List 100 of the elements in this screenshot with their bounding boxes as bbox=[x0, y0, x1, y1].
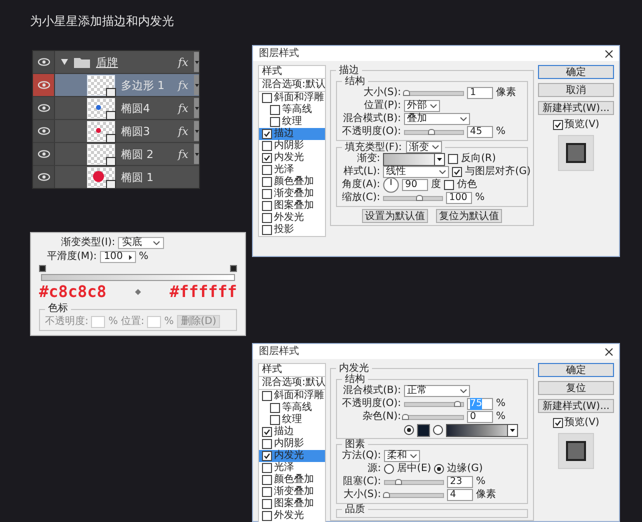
eye-icon[interactable] bbox=[38, 58, 50, 66]
dropdown[interactable]: 叠加 bbox=[404, 113, 470, 125]
slider-thumb[interactable] bbox=[454, 400, 462, 406]
checkbox[interactable] bbox=[444, 180, 454, 190]
caret-icon[interactable] bbox=[128, 254, 132, 260]
eye-icon[interactable] bbox=[38, 104, 50, 112]
checkbox[interactable] bbox=[262, 177, 272, 187]
dialog-button[interactable]: 取消 bbox=[538, 83, 614, 97]
number-field[interactable]: 90 bbox=[402, 179, 428, 191]
style-list-item[interactable]: 混合选项:默认 bbox=[259, 79, 325, 92]
style-list-item[interactable]: 描边 bbox=[259, 128, 325, 140]
layer-row[interactable]: 椭圆3 fx bbox=[33, 120, 199, 142]
caret-icon[interactable] bbox=[437, 158, 442, 160]
dropdown[interactable]: 外部 bbox=[404, 100, 440, 112]
checkbox-label[interactable]: 反向(R) bbox=[461, 153, 496, 165]
style-list-item[interactable]: 内阴影 bbox=[259, 140, 325, 152]
gradient-type-dropdown[interactable]: 实底 bbox=[118, 237, 164, 249]
checkbox[interactable] bbox=[262, 93, 272, 103]
checkbox[interactable] bbox=[552, 418, 563, 428]
checkbox[interactable] bbox=[262, 153, 272, 163]
midpoint-icon[interactable] bbox=[135, 289, 141, 295]
style-list-item[interactable]: 样式 bbox=[259, 66, 325, 79]
style-list-item[interactable]: 等高线 bbox=[259, 104, 325, 116]
slider-thumb[interactable] bbox=[403, 90, 410, 96]
slider-track[interactable] bbox=[404, 130, 464, 134]
style-list-item[interactable]: 颜色叠加 bbox=[259, 474, 325, 486]
slider-track[interactable] bbox=[404, 414, 464, 420]
checkbox[interactable] bbox=[262, 129, 272, 139]
layer-row[interactable]: 椭圆 1 bbox=[33, 166, 199, 188]
checkbox[interactable] bbox=[262, 439, 272, 449]
slider-thumb[interactable] bbox=[383, 492, 390, 498]
checkbox[interactable] bbox=[262, 427, 272, 437]
checkbox[interactable] bbox=[262, 213, 272, 223]
checkbox[interactable] bbox=[262, 511, 272, 521]
dialog-button[interactable]: 复位 bbox=[538, 381, 614, 395]
style-list-item[interactable]: 图案叠加 bbox=[259, 498, 325, 510]
style-list-item[interactable]: 颜色叠加 bbox=[259, 176, 325, 188]
dropdown[interactable]: 线性 bbox=[383, 166, 450, 178]
angle-dial[interactable] bbox=[383, 177, 400, 193]
checkbox[interactable] bbox=[452, 167, 462, 177]
checkbox[interactable] bbox=[262, 475, 272, 485]
opacity-stop[interactable] bbox=[39, 265, 46, 272]
slider-track[interactable] bbox=[383, 196, 444, 200]
dialog-button[interactable]: 新建样式(W)... bbox=[538, 101, 614, 115]
style-list-item[interactable]: 样式 bbox=[259, 364, 325, 377]
eye-icon[interactable] bbox=[38, 127, 50, 135]
number-field[interactable]: 23 bbox=[447, 476, 474, 488]
checkbox[interactable] bbox=[270, 415, 280, 425]
style-list-item[interactable]: 内阴影 bbox=[259, 438, 325, 450]
slider-thumb[interactable] bbox=[416, 194, 423, 200]
style-list-item[interactable]: 光泽 bbox=[259, 164, 325, 176]
gradient-bar[interactable] bbox=[41, 274, 235, 281]
checkbox[interactable] bbox=[270, 105, 280, 115]
default-button[interactable]: 设置为默认值 bbox=[362, 209, 428, 223]
dropdown[interactable]: 柔和 bbox=[384, 450, 420, 462]
checkbox[interactable] bbox=[262, 225, 272, 235]
gradient-picker[interactable] bbox=[383, 152, 446, 166]
dialog-button[interactable]: 确定 bbox=[538, 65, 614, 79]
checkbox[interactable] bbox=[262, 463, 272, 473]
checkbox[interactable] bbox=[270, 117, 280, 127]
eye-icon[interactable] bbox=[38, 81, 50, 89]
style-list-item[interactable]: 投影 bbox=[259, 224, 325, 236]
radio-label[interactable]: 边缘(G) bbox=[447, 463, 483, 475]
radio-button[interactable] bbox=[384, 464, 394, 474]
style-list-item[interactable]: 图案叠加 bbox=[259, 200, 325, 212]
close-icon[interactable] bbox=[605, 50, 613, 58]
style-list-item[interactable]: 纹理 bbox=[259, 414, 325, 426]
slider-thumb[interactable] bbox=[402, 414, 410, 420]
dropdown[interactable]: 正常 bbox=[404, 385, 470, 397]
style-list-item[interactable]: 斜面和浮雕 bbox=[259, 390, 325, 402]
location-field[interactable] bbox=[147, 316, 162, 328]
checkbox-label[interactable]: 预览(V) bbox=[564, 119, 600, 131]
style-list-item[interactable]: 渐变叠加 bbox=[259, 486, 325, 498]
radio-button[interactable] bbox=[434, 464, 444, 474]
gradient-picker[interactable] bbox=[446, 424, 518, 436]
dialog-button[interactable]: 新建样式(W)... bbox=[538, 399, 614, 413]
checkbox[interactable] bbox=[262, 487, 272, 497]
close-icon[interactable] bbox=[605, 348, 613, 356]
style-list-item[interactable]: 斜面和浮雕 bbox=[259, 92, 325, 104]
style-list-item[interactable]: 描边 bbox=[259, 426, 325, 438]
caret-icon[interactable] bbox=[510, 428, 516, 432]
layer-row[interactable]: 椭圆4 fx bbox=[33, 97, 199, 119]
checkbox[interactable] bbox=[262, 201, 272, 211]
number-field[interactable]: 4 bbox=[447, 489, 474, 501]
default-button[interactable]: 复位为默认值 bbox=[436, 209, 502, 223]
dialog-button[interactable]: 确定 bbox=[538, 363, 614, 377]
number-field[interactable]: 45 bbox=[467, 126, 494, 138]
style-list-item[interactable]: 混合选项:默认 bbox=[259, 377, 325, 390]
caret-icon[interactable] bbox=[61, 59, 68, 65]
checkbox[interactable] bbox=[262, 141, 272, 151]
checkbox[interactable] bbox=[270, 403, 280, 413]
slider-track[interactable] bbox=[404, 90, 464, 96]
style-list-item[interactable]: 内发光 bbox=[259, 450, 325, 462]
opacity-stop[interactable] bbox=[230, 265, 237, 272]
dropdown[interactable]: 渐变 bbox=[406, 141, 442, 153]
color-swatch[interactable] bbox=[417, 424, 430, 436]
checkbox[interactable] bbox=[262, 451, 272, 461]
eye-icon[interactable] bbox=[38, 173, 50, 181]
layer-row[interactable]: 椭圆 2 fx bbox=[33, 143, 199, 165]
number-field[interactable]: 1 bbox=[467, 87, 494, 99]
